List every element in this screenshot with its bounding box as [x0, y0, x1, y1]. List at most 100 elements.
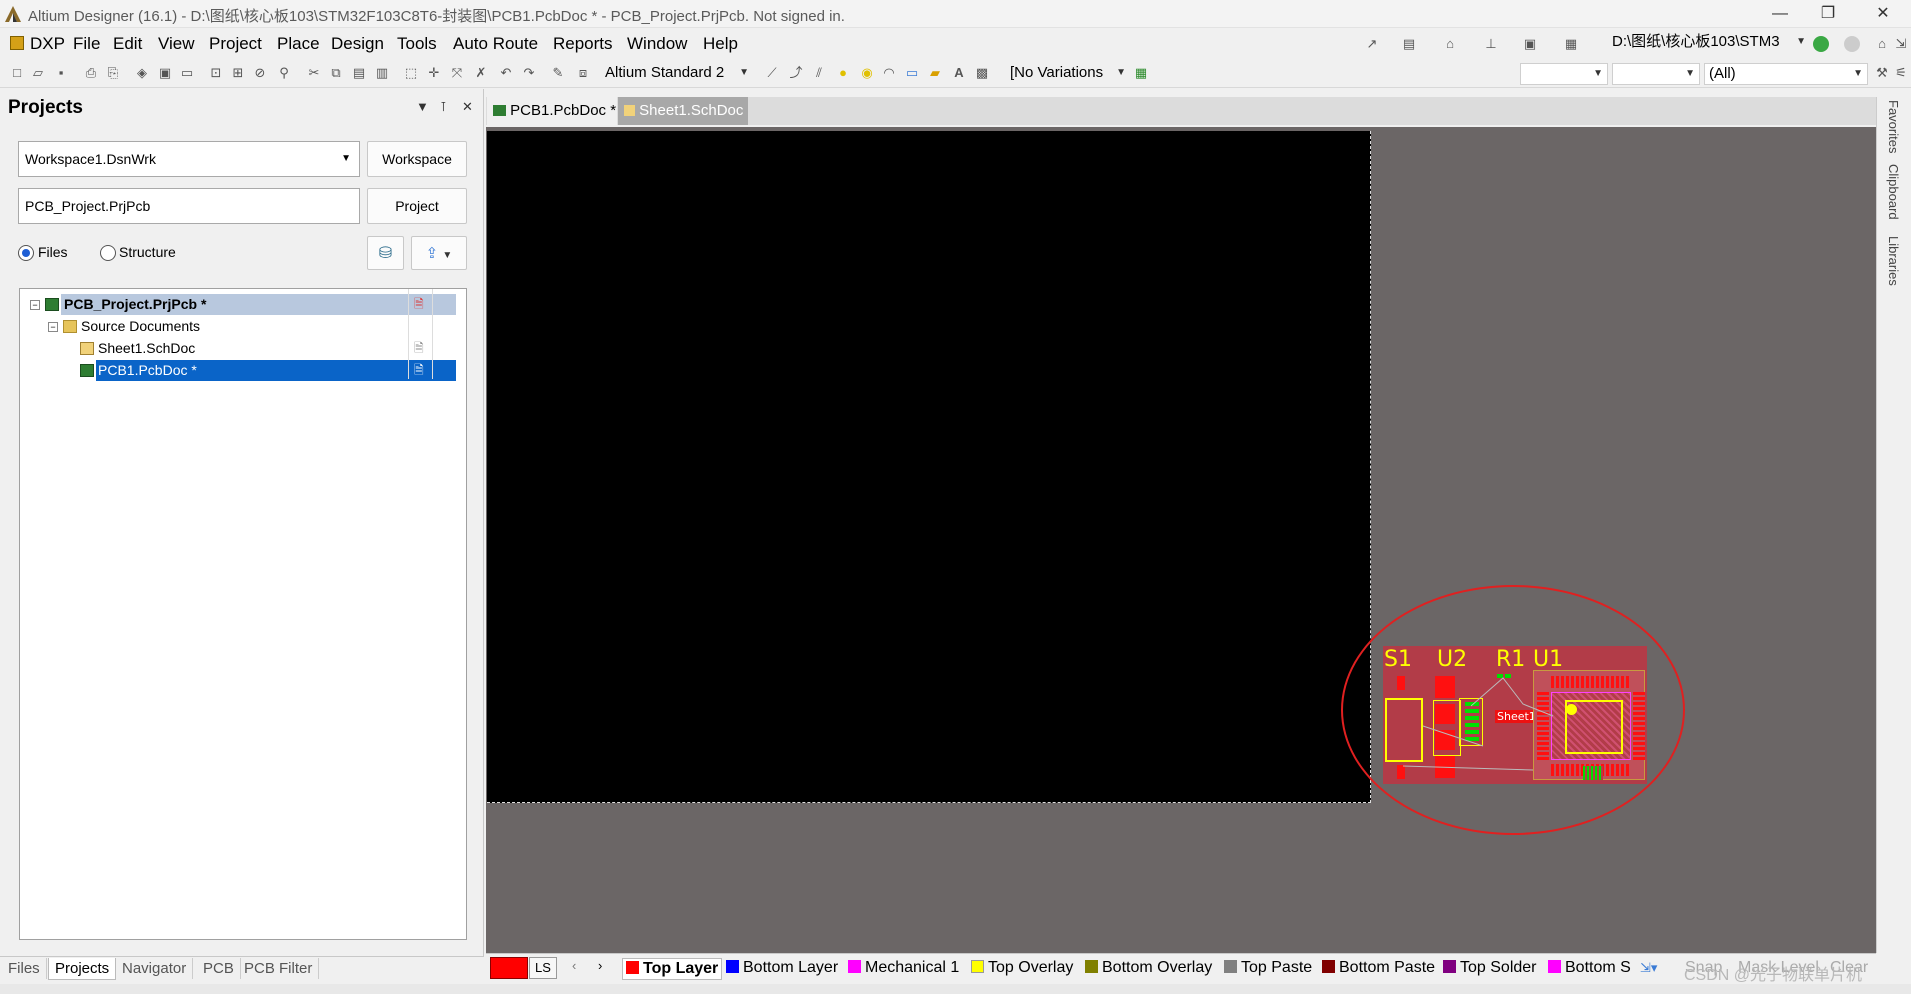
route-icon[interactable]: ⟋	[763, 64, 781, 82]
menu-tools[interactable]: Tools	[397, 34, 437, 54]
menu-file[interactable]: File	[73, 34, 100, 54]
panel-close-icon[interactable]: ✕	[462, 99, 473, 115]
save-icon[interactable]: ▪	[52, 64, 70, 82]
cut-icon[interactable]: ✂	[305, 64, 323, 82]
zoom-selected-icon[interactable]: ⊘	[251, 64, 269, 82]
panel-menu-icon[interactable]: ▼	[416, 99, 429, 114]
close-button[interactable]: ✕	[1860, 0, 1906, 28]
scroll-left-icon[interactable]: ‹	[572, 958, 576, 973]
deselect-icon[interactable]: ⤧	[448, 64, 466, 82]
paste-icon[interactable]: ▤	[350, 64, 368, 82]
panel-tab-pcb[interactable]: PCB	[197, 958, 241, 979]
layer-stack-icon[interactable]: ◈	[133, 64, 151, 82]
home-icon[interactable]: ⌂	[1873, 35, 1891, 53]
current-layer-swatch[interactable]	[490, 957, 528, 979]
dxp-icon[interactable]	[10, 36, 24, 50]
menu-auto-route[interactable]: Auto Route	[453, 34, 538, 54]
filter-icon[interactable]: ⚲	[275, 64, 293, 82]
layer-tab-bottom-overlay[interactable]: Bottom Overlay	[1085, 958, 1212, 978]
tree-row-document-selected[interactable]: PCB1.PcbDoc * 🗎	[20, 360, 460, 381]
panel-tab-projects[interactable]: Projects	[48, 958, 117, 980]
menu-edit[interactable]: Edit	[113, 34, 142, 54]
radio-files[interactable]	[18, 245, 34, 261]
side-tab-clipboard[interactable]: Clipboard	[1886, 164, 1901, 220]
tab-pcb1-pcbdoc[interactable]: PCB1.PcbDoc *	[487, 97, 617, 125]
open-icon[interactable]: ▱	[29, 64, 47, 82]
pad-icon[interactable]: ●	[834, 64, 852, 82]
project-field[interactable]: PCB_Project.PrjPcb	[18, 188, 360, 224]
menu-design[interactable]: Design	[331, 34, 384, 54]
redo-icon[interactable]: ↷	[520, 64, 538, 82]
select-area-icon[interactable]: ⬚	[402, 64, 420, 82]
zoom-fit-icon[interactable]: ⊡	[207, 64, 225, 82]
component-cluster[interactable]: S1 U2 R1 U1 Sheet1	[1383, 646, 1647, 784]
align-icon[interactable]: ▤	[1400, 35, 1418, 53]
polygon-icon[interactable]: ▰	[926, 64, 944, 82]
board-icon[interactable]: ▣	[156, 64, 174, 82]
highlight-icon[interactable]: ✎	[549, 64, 567, 82]
forward-icon[interactable]	[1844, 36, 1860, 52]
move-icon[interactable]: ✛	[425, 64, 443, 82]
clear-mask-icon[interactable]: ⚟	[1892, 64, 1910, 82]
layer-scroll-icon[interactable]: ⇲▾	[1640, 958, 1657, 978]
component-icon[interactable]: ▩	[973, 64, 991, 82]
fill-icon[interactable]: ▭	[903, 64, 921, 82]
folder-icon[interactable]: ▭	[178, 64, 196, 82]
collapse-icon[interactable]: −	[48, 322, 58, 332]
layer-tab-bottom[interactable]: Bottom Layer	[726, 958, 838, 978]
menu-view[interactable]: View	[158, 34, 195, 54]
panel-tab-files[interactable]: Files	[2, 958, 47, 979]
panel-tab-pcb-filter[interactable]: PCB Filter	[238, 958, 320, 979]
menu-dxp[interactable]: DXP	[30, 34, 65, 54]
new-icon[interactable]: □	[8, 64, 26, 82]
clear-filter-icon[interactable]: ✗	[472, 64, 490, 82]
interactive-route-icon[interactable]: ↗	[1363, 35, 1381, 53]
apply-filter-icon[interactable]: ⚒	[1873, 64, 1891, 82]
multi-route-icon[interactable]: ⤴	[787, 64, 805, 82]
layer-tab-top-overlay[interactable]: Top Overlay	[971, 958, 1073, 978]
side-tab-libraries[interactable]: Libraries	[1886, 236, 1901, 286]
project-button[interactable]: Project	[367, 188, 467, 224]
menu-project[interactable]: Project	[209, 34, 262, 54]
layer-tab-top-solder[interactable]: Top Solder	[1443, 958, 1537, 978]
tree-row-folder[interactable]: − Source Documents	[20, 316, 460, 337]
layer-tab-top-paste[interactable]: Top Paste	[1224, 958, 1312, 978]
board-outline[interactable]	[487, 131, 1371, 803]
tree-row-project[interactable]: − PCB_Project.PrjPcb * 🗎	[20, 294, 460, 315]
workspace-combo[interactable]: Workspace1.DsnWrk ▼	[18, 141, 360, 177]
panel-tab-navigator[interactable]: Navigator	[116, 958, 194, 979]
standard-dropdown[interactable]: Altium Standard 2 ▼	[601, 63, 753, 85]
tab-sheet1-schdoc[interactable]: Sheet1.SchDoc	[618, 97, 748, 125]
compile-icon[interactable]: ⛁	[367, 236, 404, 270]
menu-place[interactable]: Place	[277, 34, 320, 54]
layer-tab-top[interactable]: Top Layer	[622, 958, 723, 980]
minimize-button[interactable]: —	[1757, 0, 1803, 28]
layer-tab-bottom-paste[interactable]: Bottom Paste	[1322, 958, 1435, 978]
filter-combo-2[interactable]: ▼	[1612, 63, 1700, 85]
copy-icon[interactable]: ⧉	[327, 64, 345, 82]
arc-icon[interactable]: ◠	[880, 64, 898, 82]
string-icon[interactable]: A	[950, 64, 968, 82]
radio-structure[interactable]	[100, 245, 116, 261]
filter-all-dropdown[interactable]: (All) ▼	[1704, 63, 1868, 85]
pin-icon[interactable]: ⊺	[440, 99, 447, 115]
back-icon[interactable]	[1813, 36, 1829, 52]
menu-help[interactable]: Help	[703, 34, 738, 54]
print-icon[interactable]: ⎙	[82, 64, 100, 82]
variant-icon[interactable]: ▦	[1132, 64, 1150, 82]
path-dropdown[interactable]: D:\图纸\核心板103\STM3 ▼	[1608, 32, 1810, 54]
menu-reports[interactable]: Reports	[553, 34, 613, 54]
filter-combo-1[interactable]: ▼	[1520, 63, 1608, 85]
tree-row-document[interactable]: Sheet1.SchDoc 🗎	[20, 338, 460, 359]
variations-dropdown[interactable]: [No Variations ▼	[1006, 63, 1130, 85]
navigate-icon[interactable]: ⇲	[1892, 35, 1910, 53]
ruler-icon[interactable]: ⊥	[1482, 35, 1500, 53]
zoom-area-icon[interactable]: ⊞	[229, 64, 247, 82]
collapse-icon[interactable]: −	[30, 300, 40, 310]
side-tab-favorites[interactable]: Favorites	[1886, 100, 1901, 153]
menu-window[interactable]: Window	[627, 34, 687, 54]
layer-tab-mechanical1[interactable]: Mechanical 1	[848, 958, 959, 978]
select-icon[interactable]: ⌂	[1441, 35, 1459, 53]
workspace-button[interactable]: Workspace	[367, 141, 467, 177]
rubber-stamp-icon[interactable]: ▥	[373, 64, 391, 82]
